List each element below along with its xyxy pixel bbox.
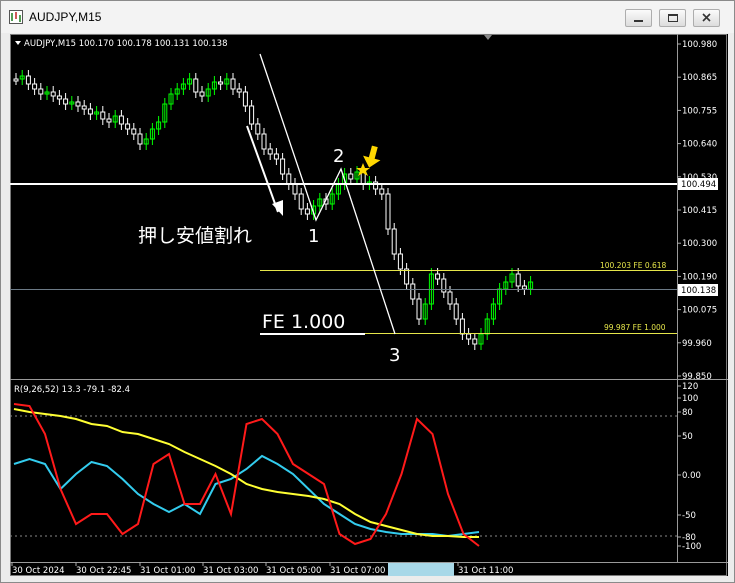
- chart-window: AUDJPY,M15 AUDJPY,M15 100.170 100.178 10…: [0, 0, 735, 583]
- maximize-icon: [668, 14, 678, 22]
- fe-0618-label: 100.203 FE 0.618: [600, 261, 667, 270]
- candle-body: [435, 273, 441, 280]
- wave-label-3: 3: [389, 345, 400, 366]
- chart-area[interactable]: AUDJPY,M15 100.170 100.178 100.131 100.1…: [10, 34, 728, 576]
- candle-body: [304, 208, 310, 215]
- candle-body: [25, 75, 31, 85]
- fe-annotation-text: FE 1.000: [262, 311, 345, 333]
- candle-body: [348, 173, 354, 180]
- fe-1000-label: 99.987 FE 1.000: [604, 323, 666, 332]
- indicator-axis-label: 100: [682, 394, 698, 404]
- price-axis-label: 100.980: [682, 40, 717, 50]
- candle-body: [521, 285, 527, 290]
- candle-body: [131, 128, 137, 135]
- candle-body: [379, 188, 385, 195]
- candle-body: [81, 105, 87, 110]
- price-axis-label: 100.640: [682, 140, 717, 150]
- price-axis-label: 99.960: [682, 339, 712, 349]
- price-axis-label: 100.075: [682, 306, 717, 316]
- candle-body: [472, 338, 478, 345]
- price-axis-label: 100.190: [682, 272, 717, 282]
- candle-body: [100, 111, 106, 120]
- candle-body: [137, 133, 143, 145]
- candle-body: [280, 158, 286, 175]
- candle-body: [391, 228, 397, 255]
- time-axis-label: 31 Oct 03:00: [203, 566, 258, 576]
- wave-label-1: 1: [308, 226, 319, 247]
- candle-body: [441, 278, 447, 293]
- price-axis-label: 100.755: [682, 106, 717, 116]
- minimize-icon: [634, 20, 643, 22]
- time-axis-label: 31 Oct 11:00: [458, 566, 513, 576]
- candle-body: [50, 91, 56, 97]
- time-axis-label: 31 Oct 05:00: [266, 566, 321, 576]
- indicator-axis-label: 120: [682, 382, 698, 392]
- candle-body: [466, 333, 472, 340]
- wave-label-2: 2: [333, 146, 344, 167]
- candle-body: [218, 81, 224, 85]
- candle-body: [447, 291, 453, 305]
- candle-body: [397, 253, 403, 270]
- price-axis-label: 100.415: [682, 206, 717, 216]
- candle-body: [292, 183, 298, 195]
- time-axis-highlight: [388, 563, 454, 576]
- candle-body: [298, 193, 304, 210]
- indicator-axis-label: 0.00: [682, 471, 701, 481]
- candle-body: [230, 78, 236, 90]
- price-axis-label: 99.850: [682, 372, 712, 382]
- time-axis-label: 30 Oct 22:45: [76, 566, 131, 576]
- candle-body: [385, 193, 391, 230]
- candle-body: [63, 98, 69, 105]
- price-axis-label: 100.530: [682, 173, 717, 183]
- candle-body: [286, 173, 292, 185]
- candle-body: [515, 273, 521, 287]
- close-icon: [702, 13, 711, 22]
- indicator-axis-label: 80: [682, 408, 693, 418]
- candle-body: [416, 298, 422, 320]
- minimize-button[interactable]: [625, 9, 652, 27]
- chart-icon: [9, 10, 23, 24]
- candle-body: [32, 83, 38, 90]
- indicator-axis-label: -100: [682, 542, 701, 552]
- candle-body: [410, 283, 416, 300]
- indicator-axis-label: 50: [682, 432, 693, 442]
- candle-body: [125, 123, 131, 130]
- price-chart[interactable]: AUDJPY,M15 100.170 100.178 100.131 100.1…: [10, 34, 728, 576]
- candle-body: [56, 95, 62, 100]
- candle-body: [459, 318, 465, 335]
- annotation-text: 押し安値割れ: [138, 225, 252, 247]
- maximize-button[interactable]: [659, 9, 686, 27]
- candle-body: [236, 88, 242, 93]
- candle-body: [199, 91, 205, 97]
- candle-body: [267, 148, 273, 155]
- candle-body: [242, 91, 248, 107]
- price-axis-label: 100.300: [682, 239, 717, 249]
- window-title: AUDJPY,M15: [29, 10, 102, 24]
- time-axis-label: 31 Oct 01:00: [140, 566, 195, 576]
- candle-body: [106, 118, 112, 123]
- close-button[interactable]: [693, 9, 720, 27]
- candle-body: [75, 101, 81, 107]
- time-axis-label: 31 Oct 07:00: [330, 566, 385, 576]
- candle-body: [193, 78, 199, 93]
- candle-body: [249, 105, 255, 125]
- candle-body: [13, 78, 19, 82]
- candle-body: [255, 123, 261, 135]
- candle-body: [118, 115, 124, 125]
- price-axis-label: 100.865: [682, 73, 717, 83]
- candle-body: [404, 268, 410, 285]
- candle-body: [87, 108, 93, 115]
- title-bar[interactable]: AUDJPY,M15: [1, 1, 734, 33]
- chart-frame: [10, 34, 727, 576]
- candle-body: [261, 133, 267, 150]
- current-price-label: 100.138: [681, 286, 716, 296]
- candle-body: [38, 88, 44, 95]
- indicator-axis-label: -50: [682, 511, 696, 521]
- time-axis-label: 30 Oct 2024: [12, 566, 65, 576]
- candle-body: [453, 303, 459, 320]
- chart-info-line: AUDJPY,M15 100.170 100.178 100.131 100.1…: [24, 39, 227, 49]
- indicator-label: R(9,26,52) 13.3 -79.1 -82.4: [14, 385, 130, 395]
- candle-body: [273, 153, 279, 160]
